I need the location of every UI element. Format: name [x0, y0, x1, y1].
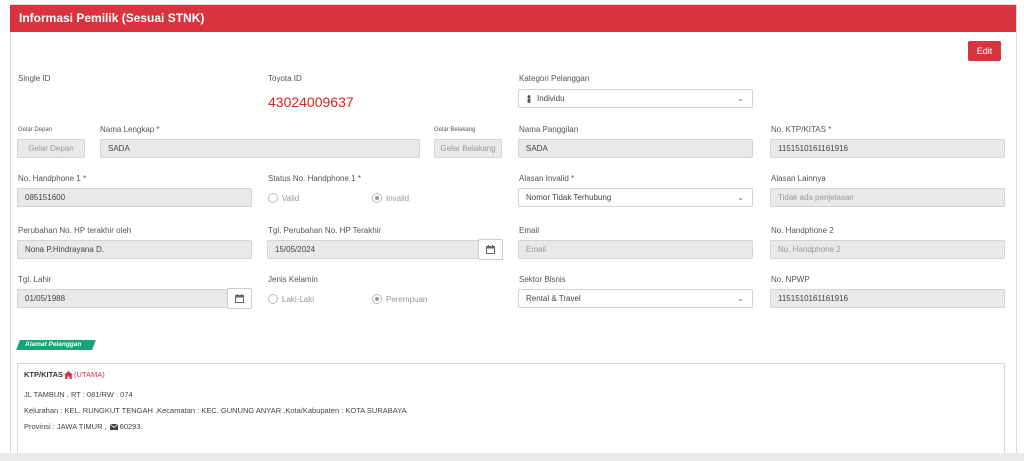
- divider: [10, 4, 11, 461]
- envelope-icon: [109, 423, 118, 430]
- single-id-label: Single ID: [18, 74, 51, 83]
- radio-circle-selected: [372, 193, 382, 203]
- address-postal: 60293.: [119, 422, 143, 431]
- section-title: Informasi Pemilik (Sesuai STNK): [19, 11, 205, 25]
- tgl-lahir-label: Tgl. Lahir: [18, 275, 52, 284]
- radio-valid-label: Valid: [282, 193, 300, 203]
- kategori-label: Kategori Pelanggan: [519, 74, 590, 83]
- alasan-lainnya-label: Alasan Lainnya: [771, 174, 826, 183]
- radio-circle: [268, 193, 278, 203]
- gelar-belakang-input[interactable]: Gelar Belakang: [434, 139, 502, 158]
- address-type: KTP/KITAS: [24, 370, 64, 379]
- radio-laki-laki-label: Laki-Laki: [282, 294, 315, 304]
- radio-invalid-label: Invalid: [386, 193, 410, 203]
- radio-dot: [375, 297, 379, 301]
- home-icon: [64, 370, 74, 379]
- kategori-select[interactable]: Individu ⌄: [518, 89, 753, 108]
- tgl-perubahan-input[interactable]: 15/05/2024: [267, 240, 479, 259]
- email-input[interactable]: Email: [518, 240, 753, 259]
- gelar-depan-input[interactable]: Gelar Depan: [17, 139, 85, 158]
- tgl-lahir-input[interactable]: 01/05/1988: [17, 289, 229, 308]
- address-header: KTP/KITAS (UTAMA): [24, 370, 105, 379]
- radio-circle: [268, 294, 278, 304]
- page: Informasi Pemilik (Sesuai STNK) Edit Sin…: [0, 0, 1024, 461]
- nama-lengkap-input[interactable]: SADA: [100, 139, 420, 158]
- divider: [1016, 4, 1017, 461]
- ktp-input[interactable]: 1151510161161916: [770, 139, 1005, 158]
- nama-panggilan-input[interactable]: SADA: [518, 139, 753, 158]
- toyota-id-label: Toyota ID: [268, 74, 302, 83]
- sektor-select[interactable]: Rental & Travel ⌄: [518, 289, 753, 308]
- kategori-value: Individu: [537, 94, 565, 103]
- perubahan-oleh-input[interactable]: Nona P.Hindrayana D.: [17, 240, 252, 259]
- radio-circle-selected: [372, 294, 382, 304]
- address-line-3: Provinsi : JAWA TIMUR , 60293.: [24, 422, 143, 431]
- hp1-input[interactable]: 085151600: [17, 188, 252, 207]
- gelar-depan-label: Gelar Depan: [18, 127, 53, 133]
- radio-invalid[interactable]: Invalid: [372, 193, 409, 203]
- alasan-invalid-select[interactable]: Nomor Tidak Terhubung ⌄: [518, 188, 753, 207]
- edit-button[interactable]: Edit: [968, 41, 1001, 61]
- sektor-value: Rental & Travel: [526, 294, 581, 303]
- npwp-input[interactable]: 1151510161161916: [770, 289, 1005, 308]
- nama-lengkap-label: Nama Lengkap *: [100, 125, 160, 134]
- address-line-1: JL TAMBUN , RT : 081/RW : 074: [24, 390, 133, 399]
- ktp-label: No. KTP/KITAS *: [771, 125, 832, 134]
- address-utama: (UTAMA): [74, 370, 105, 379]
- npwp-label: No. NPWP: [771, 275, 810, 284]
- radio-laki-laki[interactable]: Laki-Laki: [268, 294, 314, 304]
- section-header: Informasi Pemilik (Sesuai STNK): [10, 5, 1016, 32]
- hp2-label: No. Handphone 2: [771, 226, 834, 235]
- calendar-button[interactable]: [478, 239, 503, 260]
- chevron-down-icon: ⌄: [737, 294, 744, 303]
- calendar-button[interactable]: [227, 288, 252, 309]
- calendar-icon: [486, 241, 495, 259]
- nama-panggilan-label: Nama Panggilan: [519, 125, 579, 134]
- calendar-icon: [235, 290, 244, 308]
- chevron-down-icon: ⌄: [737, 193, 744, 202]
- toyota-id-value: 43024009637: [268, 94, 354, 110]
- alasan-lainnya-input[interactable]: Tidak ada penjelasan: [770, 188, 1005, 207]
- radio-valid[interactable]: Valid: [268, 193, 299, 203]
- alasan-invalid-label: Alasan Invalid *: [519, 174, 575, 183]
- status-hp1-label: Status No. Handphone 1 *: [268, 174, 361, 183]
- scrollbar-track[interactable]: [0, 453, 1024, 461]
- address-provinsi: Provinsi : JAWA TIMUR ,: [24, 422, 107, 431]
- person-icon: [526, 94, 532, 103]
- gelar-belakang-label: Gelar Belakang: [434, 127, 476, 133]
- sektor-label: Sektor Bisnis: [519, 275, 566, 284]
- radio-perempuan[interactable]: Perempuan: [372, 294, 427, 304]
- address-line-2: Kelurahan : KEL. RUNGKUT TENGAH ,Kecamat…: [24, 406, 407, 415]
- perubahan-oleh-label: Perubahan No. HP terakhir oleh: [18, 226, 132, 235]
- chevron-down-icon: ⌄: [737, 94, 744, 103]
- hp2-input[interactable]: No. Handphone 2: [770, 240, 1005, 259]
- alasan-invalid-value: Nomor Tidak Terhubung: [526, 193, 612, 202]
- radio-dot: [375, 196, 379, 200]
- jenis-kelamin-label: Jenis Kelamin: [268, 275, 318, 284]
- radio-perempuan-label: Perempuan: [386, 294, 428, 304]
- email-label: Email: [519, 226, 540, 235]
- alamat-tag: Alamat Pelanggan: [25, 341, 82, 348]
- tgl-perubahan-label: Tgl. Perubahan No. HP Terakhir: [268, 226, 382, 235]
- hp1-label: No. Handphone 1 *: [18, 174, 87, 183]
